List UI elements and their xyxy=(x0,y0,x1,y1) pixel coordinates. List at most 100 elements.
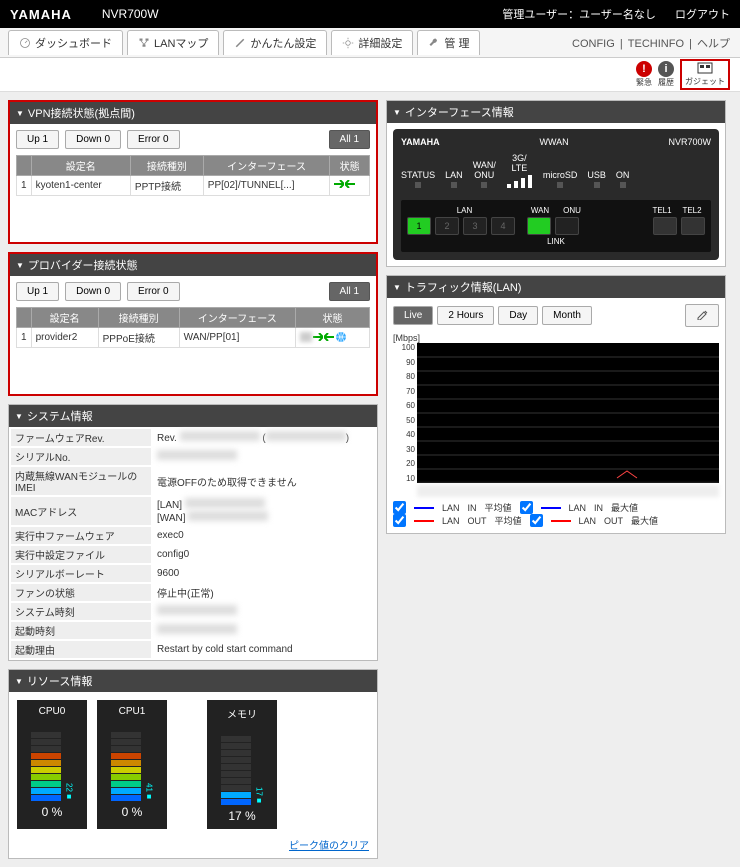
traffic-unit: [Mbps] xyxy=(393,333,719,343)
device-model: NVR700W xyxy=(668,137,711,147)
tab-detail[interactable]: 詳細設定 xyxy=(331,30,413,55)
meter-cpu1: CPU1 41■ 0 % xyxy=(97,700,167,829)
panel-vpn-title: VPN接続状態(拠点間) xyxy=(28,105,135,121)
vpn-all-button[interactable]: All 1 xyxy=(329,130,370,149)
tab-manage-label: 管 理 xyxy=(444,35,469,51)
port-lan3[interactable]: 3 xyxy=(463,217,487,235)
traffic-live-button[interactable]: Live xyxy=(393,306,433,325)
col-name: 設定名 xyxy=(31,308,98,328)
meter-cpu0-peak: 22 xyxy=(65,783,74,792)
meter-cpu0-title: CPU0 xyxy=(39,706,66,717)
tab-manage[interactable]: 管 理 xyxy=(417,30,480,55)
led-wanonu-label: WAN/ ONU xyxy=(473,160,496,180)
meter-cpu0-val: 0 xyxy=(42,805,49,819)
cell-name: kyoten1-center xyxy=(31,176,130,196)
traffic-edit-button[interactable] xyxy=(685,304,719,327)
device-illustration: YAMAHA WWAN NVR700W STATUS LAN WAN/ ONU … xyxy=(393,129,719,260)
value-reason: Restart by cold start command xyxy=(153,641,375,658)
vpn-table: 設定名 接続種別 インターフェース 状態 1 kyoten1-center PP… xyxy=(16,155,370,196)
provider-down-button[interactable]: Down 0 xyxy=(65,282,121,301)
alert-urgent[interactable]: !緊急 xyxy=(636,61,652,88)
panel-provider-header[interactable]: プロバイダー接続状態 xyxy=(10,254,376,276)
alert-history[interactable]: i履歴 xyxy=(658,61,674,88)
panel-traffic-header[interactable]: トラフィック情報(LAN) xyxy=(387,276,725,298)
tab-easy[interactable]: かんたん設定 xyxy=(223,30,327,55)
wand-icon xyxy=(234,37,246,49)
table-row[interactable]: 1 provider2 PPPoE接続 WAN/PP[01] xyxy=(17,328,370,348)
port-tel1[interactable] xyxy=(653,217,677,235)
tabbar: ダッシュボード LANマップ かんたん設定 詳細設定 管 理 CONFIG | … xyxy=(0,28,740,58)
led-on-label: ON xyxy=(616,170,630,180)
col-type: 接続種別 xyxy=(130,156,203,176)
tab-lanmap[interactable]: LANマップ xyxy=(127,30,219,55)
cell-type: PPPoE接続 xyxy=(98,328,179,348)
signal-bars-icon xyxy=(506,175,533,188)
meter-cpu0: CPU0 22■ 0 % xyxy=(17,700,87,829)
label-boot: 起動時刻 xyxy=(11,622,151,639)
traffic-chart: 100908070605040302010 xyxy=(417,343,719,483)
legend-check-1[interactable] xyxy=(393,501,406,514)
table-row[interactable]: 1 kyoten1-center PPTP接続 PP[02]/TUNNEL[..… xyxy=(17,176,370,196)
legend-check-2[interactable] xyxy=(520,501,533,514)
cell-idx: 1 xyxy=(17,328,32,348)
legend-check-3[interactable] xyxy=(393,514,406,527)
cell-iface: PP[02]/TUNNEL[...] xyxy=(203,176,330,196)
provider-up-button[interactable]: Up 1 xyxy=(16,282,59,301)
provider-error-button[interactable]: Error 0 xyxy=(127,282,180,301)
legend-check-4[interactable] xyxy=(530,514,543,527)
port-lan4[interactable]: 4 xyxy=(491,217,515,235)
label-time: システム時刻 xyxy=(11,603,151,620)
value-imei: 電源OFFのため取得できません xyxy=(153,467,375,495)
traffic-month-button[interactable]: Month xyxy=(542,306,592,325)
vpn-down-button[interactable]: Down 0 xyxy=(65,130,121,149)
label-reason: 起動理由 xyxy=(11,641,151,658)
panel-sysinfo-header[interactable]: システム情報 xyxy=(9,405,377,427)
led-wanonu xyxy=(481,182,487,188)
value-mac: [LAN] [WAN] xyxy=(157,500,268,524)
link-config[interactable]: CONFIG xyxy=(572,38,615,50)
link-techinfo[interactable]: TECHINFO xyxy=(628,38,684,50)
panel-interface-header[interactable]: インターフェース情報 xyxy=(387,101,725,123)
port-group-tel1: TEL1 xyxy=(649,206,675,215)
traffic-day-button[interactable]: Day xyxy=(498,306,538,325)
provider-all-button[interactable]: All 1 xyxy=(329,282,370,301)
col-state: 状態 xyxy=(330,156,370,176)
port-tel2[interactable] xyxy=(681,217,705,235)
value-serial xyxy=(157,450,237,460)
port-lan1[interactable]: 1 xyxy=(407,217,431,235)
cell-type: PPTP接続 xyxy=(130,176,203,196)
traffic-2hours-button[interactable]: 2 Hours xyxy=(437,306,494,325)
peak-clear-link[interactable]: ピーク値のクリア xyxy=(9,837,377,858)
port-lan2[interactable]: 2 xyxy=(435,217,459,235)
tab-dashboard[interactable]: ダッシュボード xyxy=(8,30,123,55)
chart-spike xyxy=(617,471,637,478)
cell-name: provider2 xyxy=(31,328,98,348)
led-lan-label: LAN xyxy=(445,170,463,180)
panel-interface-title: インターフェース情報 xyxy=(405,104,514,120)
vpn-error-button[interactable]: Error 0 xyxy=(127,130,180,149)
panel-sysinfo: システム情報 ファームウェアRev.Rev. () シリアルNo. 内蔵無線WA… xyxy=(8,404,378,661)
vpn-up-button[interactable]: Up 1 xyxy=(16,130,59,149)
gadget-label: ガジェット xyxy=(685,76,725,87)
alert-icon: ! xyxy=(636,61,652,77)
port-wan[interactable] xyxy=(527,217,551,235)
device-wwan: WWAN xyxy=(539,137,568,147)
link-help[interactable]: ヘルプ xyxy=(697,38,730,50)
led-on xyxy=(620,182,626,188)
col-iface: インターフェース xyxy=(203,156,330,176)
panel-vpn-header[interactable]: VPN接続状態(拠点間) xyxy=(10,102,376,124)
col-state: 状態 xyxy=(295,308,369,328)
cell-iface: WAN/PP[01] xyxy=(179,328,295,348)
gadget-button[interactable]: ガジェット xyxy=(680,59,730,90)
chart-xaxis xyxy=(417,485,719,497)
logout-link[interactable]: ログアウト xyxy=(675,9,730,21)
value-fw: Rev. xyxy=(157,433,177,444)
tab-easy-label: かんたん設定 xyxy=(250,35,316,51)
label-serial: シリアルNo. xyxy=(11,448,151,465)
traffic-legend: LAN IN 平均値 LAN IN 最大値 LAN OUT 平均値 xyxy=(393,501,719,527)
port-onu[interactable] xyxy=(555,217,579,235)
meter-bars xyxy=(221,725,251,805)
label-fw: ファームウェアRev. xyxy=(11,429,151,446)
meter-mem: メモリ 17■ 17 % xyxy=(207,700,277,829)
panel-resource-header[interactable]: リソース情報 xyxy=(9,670,377,692)
